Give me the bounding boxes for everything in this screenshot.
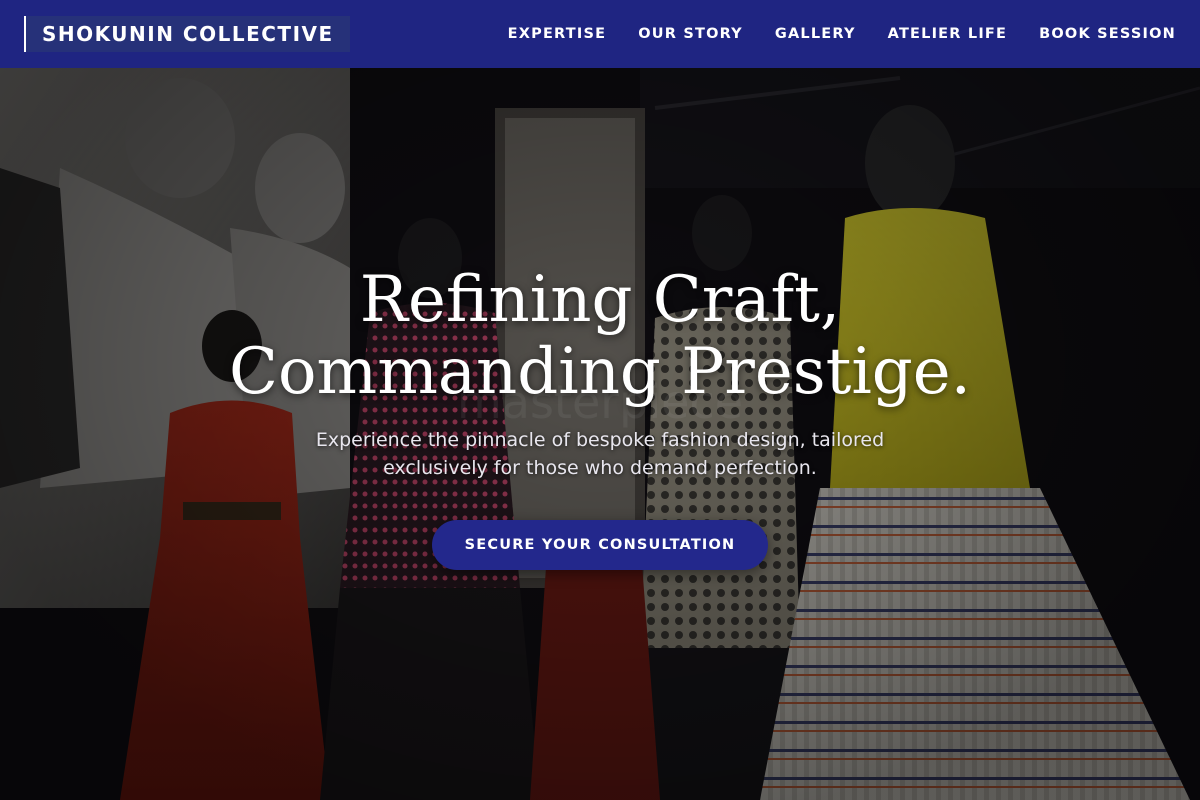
- nav-item-book-session[interactable]: BOOK SESSION: [1039, 26, 1176, 42]
- hero-subheadline-line-2: exclusively for those who demand perfect…: [383, 457, 817, 479]
- site-header: SHOKUNIN COLLECTIVE EXPERTISE OUR STORY …: [0, 0, 1200, 68]
- main-nav: EXPERTISE OUR STORY GALLERY ATELIER LIFE…: [508, 26, 1176, 42]
- nav-item-expertise[interactable]: EXPERTISE: [508, 26, 607, 42]
- secure-consultation-button[interactable]: SECURE YOUR CONSULTATION: [432, 520, 768, 570]
- hero-subheadline: Experience the pinnacle of bespoke fashi…: [270, 426, 930, 482]
- hero-content: Refining Craft, Commanding Prestige. Exp…: [0, 264, 1200, 570]
- nav-item-our-story[interactable]: OUR STORY: [638, 26, 743, 42]
- nav-item-atelier-life[interactable]: ATELIER LIFE: [888, 26, 1008, 42]
- hero-section: masterpiece Refining Craft, Commanding P…: [0, 68, 1200, 800]
- brand-name: SHOKUNIN COLLECTIVE: [42, 22, 334, 46]
- hero-headline-line-1: Refining Craft,: [359, 263, 841, 337]
- hero-subheadline-line-1: Experience the pinnacle of bespoke fashi…: [315, 429, 885, 451]
- brand-logo[interactable]: SHOKUNIN COLLECTIVE: [24, 16, 350, 52]
- hero-headline: Refining Craft, Commanding Prestige.: [229, 264, 971, 408]
- hero-headline-line-2: Commanding Prestige.: [229, 335, 971, 409]
- nav-item-gallery[interactable]: GALLERY: [775, 26, 856, 42]
